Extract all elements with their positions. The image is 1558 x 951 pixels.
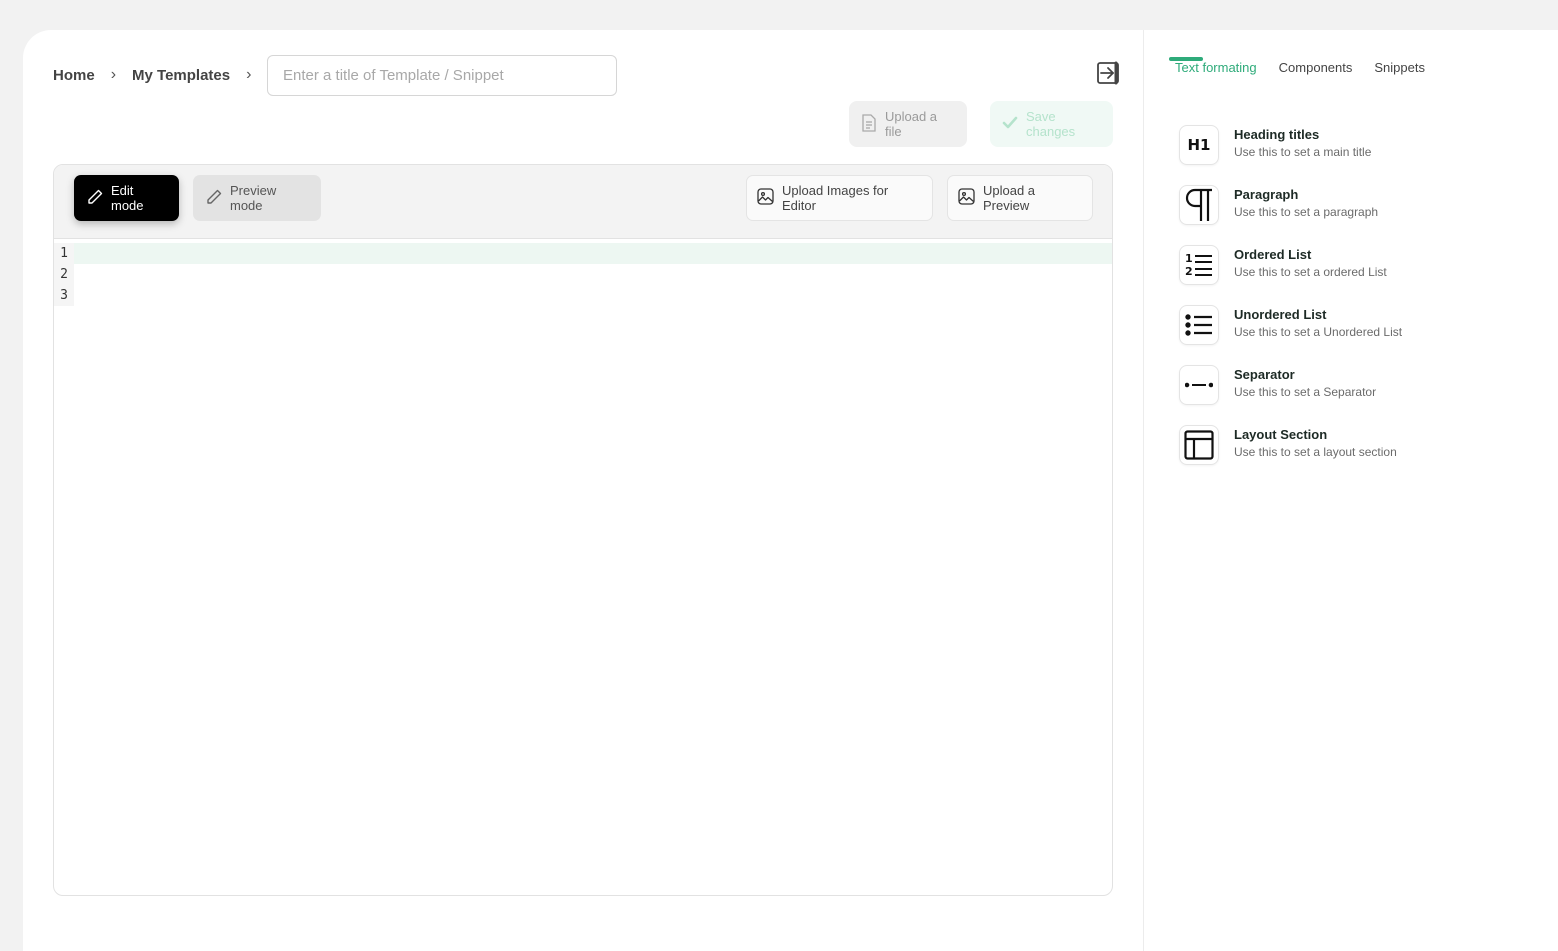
separator-icon xyxy=(1179,365,1219,405)
upload-preview-label: Upload a Preview xyxy=(983,183,1036,213)
editor-toolbar: Edit mode Preview mode Upload Images for… xyxy=(54,165,1112,239)
item-paragraph[interactable]: Paragraph Use this to set a paragraph xyxy=(1179,185,1539,245)
line-number: 1 xyxy=(60,246,68,261)
item-heading-titles[interactable]: H1 Heading titles Use this to set a main… xyxy=(1179,125,1539,185)
code-area: 1 2 3 xyxy=(54,239,1112,895)
checkmark-icon xyxy=(1002,116,1018,133)
line-number: 2 xyxy=(60,267,68,282)
tab-snippets[interactable]: Snippets xyxy=(1374,60,1425,75)
formatting-items: H1 Heading titles Use this to set a main… xyxy=(1179,125,1539,485)
preview-mode-button[interactable]: Preview mode xyxy=(193,175,321,221)
upload-file-label: Upload a file xyxy=(885,109,938,139)
line-number: 3 xyxy=(60,288,68,303)
ordered-list-icon: 1 2 xyxy=(1179,245,1219,285)
layout-section-icon xyxy=(1179,425,1219,465)
sidebar-tabs: Text formating Components Snippets xyxy=(1175,60,1447,75)
breadcrumb: Home › My Templates › xyxy=(53,55,267,95)
item-title: Unordered List xyxy=(1234,307,1327,322)
image-icon xyxy=(757,188,774,208)
active-tab-indicator xyxy=(1169,57,1203,61)
item-description: Use this to set a ordered List xyxy=(1234,265,1387,279)
main-area: Home › My Templates › Enter a title of T… xyxy=(23,30,1143,951)
item-title: Heading titles xyxy=(1234,127,1320,142)
item-separator[interactable]: Separator Use this to set a Separator xyxy=(1179,365,1539,425)
tab-text-formating[interactable]: Text formating xyxy=(1175,60,1257,75)
edit-mode-label: Edit mode xyxy=(111,183,144,213)
item-ordered-list[interactable]: 1 2 Ordered List Use this to set a order… xyxy=(1179,245,1539,305)
item-description: Use this to set a Unordered List xyxy=(1234,325,1403,339)
line-number-gutter: 1 2 3 xyxy=(54,243,74,306)
item-title: Paragraph xyxy=(1234,187,1299,202)
chevron-right-icon: › xyxy=(246,66,252,83)
chevron-right-icon: › xyxy=(110,66,117,83)
pencil-icon xyxy=(86,188,104,209)
app-frame: Home › My Templates › Enter a title of T… xyxy=(23,30,1558,951)
preview-mode-label: Preview mode xyxy=(230,183,277,213)
save-changes-button[interactable]: Save changes xyxy=(990,101,1113,147)
heading-icon: H1 xyxy=(1179,125,1219,165)
paragraph-icon xyxy=(1179,185,1219,225)
breadcrumb-my-templates[interactable]: My Templates xyxy=(132,67,230,84)
upload-preview-button[interactable]: Upload a Preview xyxy=(947,175,1093,221)
item-title: Separator xyxy=(1234,367,1295,382)
upload-file-button[interactable]: Upload a file xyxy=(849,101,967,147)
item-description: Use this to set a paragraph xyxy=(1234,205,1379,219)
unordered-list-icon xyxy=(1179,305,1219,345)
template-title-input[interactable] xyxy=(267,55,617,96)
image-icon xyxy=(958,188,975,208)
item-description: Use this to set a Separator xyxy=(1234,385,1377,399)
document-icon xyxy=(861,113,877,135)
item-title: Layout Section xyxy=(1234,427,1328,442)
breadcrumb-home[interactable]: Home xyxy=(53,67,95,84)
svg-text:2: 2 xyxy=(1185,265,1193,278)
item-title: Ordered List xyxy=(1234,247,1312,262)
tab-components[interactable]: Components xyxy=(1279,60,1353,75)
edit-mode-button[interactable]: Edit mode xyxy=(74,175,179,221)
code-text-area[interactable] xyxy=(74,243,1112,306)
formatting-sidebar: Text formating Components Snippets H1 He… xyxy=(1143,30,1558,951)
pencil-icon xyxy=(205,188,223,209)
upload-images-button[interactable]: Upload Images for Editor xyxy=(746,175,933,221)
save-changes-label: Save changes xyxy=(1026,109,1076,139)
exit-icon[interactable] xyxy=(1096,61,1120,85)
svg-text:1: 1 xyxy=(1185,252,1193,265)
code-editor: Edit mode Preview mode Upload Images for… xyxy=(53,164,1113,896)
upload-images-label: Upload Images for Editor xyxy=(782,183,889,213)
item-layout-section[interactable]: Layout Section Use this to set a layout … xyxy=(1179,425,1539,485)
item-description: Use this to set a layout section xyxy=(1234,445,1397,459)
item-description: Use this to set a main title xyxy=(1234,145,1372,159)
item-unordered-list[interactable]: Unordered List Use this to set a Unorder… xyxy=(1179,305,1539,365)
